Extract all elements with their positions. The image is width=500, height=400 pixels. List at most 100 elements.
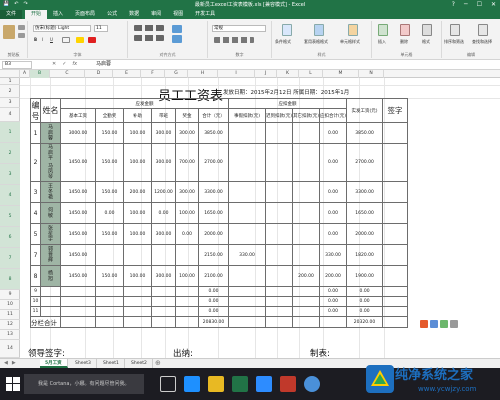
empty-cell[interactable] [123,306,152,318]
subtotal-actual[interactable]: 20320.00 [346,316,384,329]
delete-cells-button[interactable]: 删除 [400,39,408,45]
column-header-k[interactable]: K [277,70,299,78]
sheet-tab-may-salary[interactable]: 5月工资 [40,359,68,368]
sort-filter-button[interactable]: 排序和筛选 [444,39,464,45]
cell-overtime[interactable]: 300.00 [151,142,176,183]
cell-base[interactable]: 1450.00 [60,181,96,204]
empty-cell[interactable] [175,306,199,318]
empty-cell[interactable] [292,296,321,308]
font-name-combo[interactable]: 仿宋(标题) Light [33,25,91,32]
cell-subsidy[interactable]: 100.00 [123,223,152,246]
tab-formulas[interactable]: 公式 [101,10,123,19]
merge-center-icon[interactable] [172,35,182,43]
column-header-b[interactable]: B [30,70,50,78]
underline-button[interactable]: U [50,37,53,42]
cell-sign[interactable] [382,142,409,183]
cell-seniority[interactable] [95,244,124,267]
empty-cell[interactable] [151,306,176,318]
empty-cell[interactable] [151,296,176,308]
cell-ded-total[interactable]: 330.00 [319,244,348,267]
function-icon[interactable]: fx [72,61,77,67]
row-header[interactable]: 5 [0,206,20,227]
cell-bonus[interactable]: 300.00 [175,181,199,204]
cell-leave[interactable] [228,122,266,144]
empty-cell[interactable] [382,296,409,308]
row-header[interactable]: 1 [0,122,20,143]
ime-keyboard-icon[interactable] [450,320,458,328]
cell-seniority[interactable]: 0.00 [95,202,124,225]
empty-cell[interactable] [60,306,96,318]
cell-overtime[interactable]: 1200.00 [151,181,176,204]
column-header-g[interactable]: G [165,70,188,78]
cell-subsidy[interactable] [123,244,152,267]
row-header[interactable]: 2 [0,85,20,98]
tab-developer[interactable]: 开发工具 [189,10,221,19]
empty-cell[interactable] [382,286,409,298]
employee-no[interactable]: 7 [30,244,41,267]
close-button[interactable]: ✕ [491,1,496,8]
font-size-combo[interactable]: 11 [94,25,108,32]
cortana-search-box[interactable]: 我是 Cortana，小娜。有问题尽管问我。 [24,374,144,394]
cell-ded-total[interactable]: 0.00 [319,142,348,183]
cell-sign[interactable] [382,122,409,144]
ime-toolbar[interactable] [420,320,458,328]
cell-leave[interactable] [228,142,266,183]
empty-cell[interactable] [264,296,294,308]
cell-other[interactable] [292,223,321,246]
edge-icon[interactable] [184,376,200,392]
sheet-tab-sheet3[interactable]: Sheet3 [70,359,97,368]
cell-ded-total[interactable]: 200.00 [319,265,348,288]
row-header[interactable]: 7 [0,248,20,269]
cell-ded-total[interactable]: 0.00 [319,181,348,204]
cell-subsidy[interactable]: 100.00 [123,122,152,144]
column-header-e[interactable]: E [113,70,141,78]
employee-no[interactable]: 8 [30,265,41,288]
row-header[interactable]: 9 [0,290,20,300]
cell-other[interactable] [292,202,321,225]
cell-overtime[interactable]: 300.00 [151,122,176,144]
row-header[interactable]: 10 [0,300,20,310]
row-header[interactable]: 4 [0,185,20,206]
row-header[interactable]: 11 [0,310,20,320]
insert-cells-button[interactable]: 插入 [378,39,386,45]
fill-color-icon[interactable] [76,37,84,43]
italic-button[interactable]: I [42,37,43,42]
empty-cell[interactable] [60,296,96,308]
cell-base[interactable]: 1450.00 [60,244,96,267]
empty-cell[interactable] [95,296,124,308]
cell-social[interactable] [264,223,294,246]
cell-base[interactable]: 1450.00 [60,223,96,246]
cell-actual[interactable]: 1650.00 [346,202,384,225]
row-header[interactable]: 3 [0,98,20,108]
cell-actual[interactable]: 2000.00 [346,223,384,246]
row-header[interactable]: 12 [0,320,20,330]
justify-icons[interactable] [134,35,164,41]
column-header-m[interactable]: M [323,70,359,78]
cell-total[interactable]: 3300.00 [198,181,229,204]
column-header-d[interactable]: D [85,70,113,78]
align-icons[interactable] [134,25,164,31]
cell-actual[interactable]: 3850.00 [346,122,384,144]
minimize-button[interactable]: ─ [464,1,468,8]
empty-cell[interactable] [382,306,409,318]
employee-name[interactable]: 王冬艳 [40,181,61,204]
cell-ded-total[interactable]: 0.00 [319,286,348,298]
cell-social[interactable] [264,142,294,183]
empty-cell[interactable] [95,306,124,318]
empty-cell[interactable] [292,306,321,318]
worksheet[interactable]: 员工工资表 发放日期：2015年2月12日 所属日期：2015年1月 编号 姓名… [20,78,500,358]
border-icon[interactable] [62,37,70,43]
empty-cell[interactable] [264,286,294,298]
cell-bonus[interactable]: 300.00 [175,122,199,144]
sogou-icon[interactable] [420,320,428,328]
cell-overtime[interactable]: 0.00 [151,202,176,225]
browser-icon[interactable] [304,376,320,392]
empty-cell[interactable] [40,296,61,308]
cell-overtime[interactable]: 300.00 [151,223,176,246]
column-header-h[interactable]: H [188,70,218,78]
insert-cells-icon[interactable] [378,24,388,36]
cell-bonus[interactable] [175,244,199,267]
cell-subsidy[interactable]: 100.00 [123,202,152,225]
cell-base[interactable]: 1450.00 [60,265,96,288]
empty-cell[interactable] [40,286,61,298]
